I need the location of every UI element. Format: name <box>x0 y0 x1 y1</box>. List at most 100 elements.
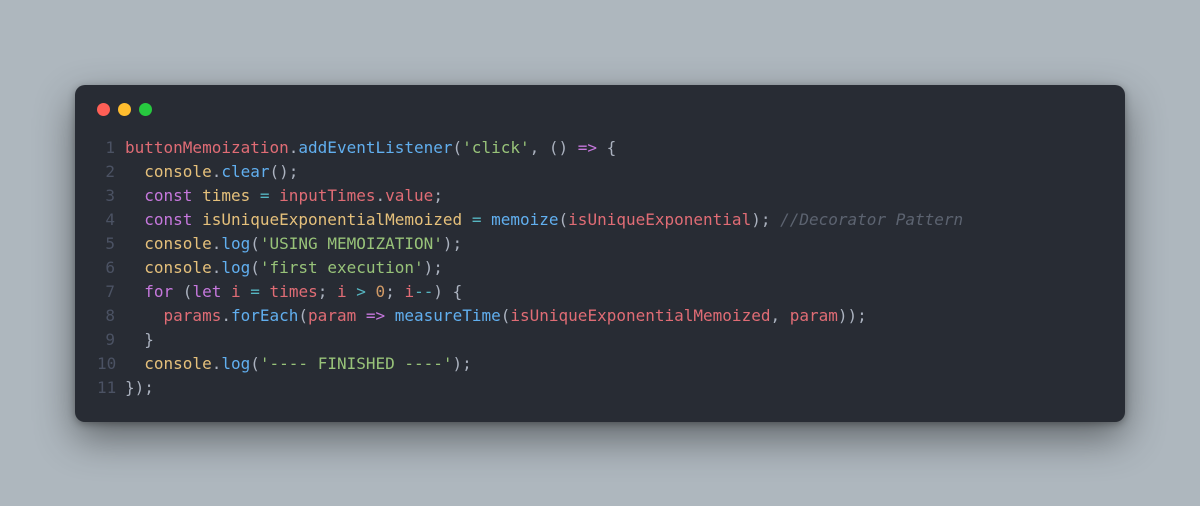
line-number: 4 <box>97 208 125 232</box>
line-number: 7 <box>97 280 125 304</box>
code-token: ( <box>298 306 308 325</box>
code-line: 7 for (let i = times; i > 0; i--) { <box>97 280 1103 304</box>
code-token: } <box>125 330 154 349</box>
code-token <box>366 282 376 301</box>
line-content: }); <box>125 376 154 400</box>
code-token: const <box>144 210 192 229</box>
code-token: ( <box>453 138 463 157</box>
line-number: 5 <box>97 232 125 256</box>
code-token: = <box>260 186 270 205</box>
code-token: params <box>164 306 222 325</box>
code-token: measureTime <box>395 306 501 325</box>
code-line: 11}); <box>97 376 1103 400</box>
line-content: console.log('first execution'); <box>125 256 443 280</box>
code-token: times <box>270 282 318 301</box>
code-token: => <box>366 306 385 325</box>
code-token: ); <box>453 354 472 373</box>
code-token: = <box>250 282 260 301</box>
code-token <box>125 306 164 325</box>
line-number: 8 <box>97 304 125 328</box>
line-number: 6 <box>97 256 125 280</box>
zoom-icon[interactable] <box>139 103 152 116</box>
code-token <box>385 306 395 325</box>
line-content: const times = inputTimes.value; <box>125 184 443 208</box>
code-line: 4 const isUniqueExponentialMemoized = me… <box>97 208 1103 232</box>
code-token: isUniqueExponential <box>568 210 751 229</box>
line-content: buttonMemoization.addEventListener('clic… <box>125 136 616 160</box>
code-line: 5 console.log('USING MEMOIZATION'); <box>97 232 1103 256</box>
line-number: 9 <box>97 328 125 352</box>
code-token: times <box>202 186 250 205</box>
code-token: inputTimes <box>279 186 375 205</box>
code-token: const <box>144 186 192 205</box>
code-token <box>250 186 260 205</box>
code-line: 8 params.forEach(param => measureTime(is… <box>97 304 1103 328</box>
code-token: console <box>144 354 211 373</box>
line-content: const isUniqueExponentialMemoized = memo… <box>125 208 963 232</box>
code-token: { <box>597 138 616 157</box>
code-token: 'first execution' <box>260 258 424 277</box>
code-window: 1buttonMemoization.addEventListener('cli… <box>75 85 1125 422</box>
line-number: 11 <box>97 376 125 400</box>
line-content: } <box>125 328 154 352</box>
code-token: log <box>221 354 250 373</box>
code-token: let <box>192 282 221 301</box>
code-token: ); <box>424 258 443 277</box>
code-token: console <box>144 234 211 253</box>
code-token: ( <box>173 282 192 301</box>
line-number: 3 <box>97 184 125 208</box>
line-content: console.log('USING MEMOIZATION'); <box>125 232 462 256</box>
line-number: 1 <box>97 136 125 160</box>
code-token <box>270 186 280 205</box>
line-content: console.clear(); <box>125 160 298 184</box>
line-number: 10 <box>97 352 125 376</box>
line-number: 2 <box>97 160 125 184</box>
line-content: for (let i = times; i > 0; i--) { <box>125 280 462 304</box>
code-token: clear <box>221 162 269 181</box>
code-token: 0 <box>376 282 386 301</box>
code-token: console <box>144 162 211 181</box>
code-token: memoize <box>491 210 558 229</box>
code-token: ) { <box>433 282 462 301</box>
code-token: ; <box>385 282 404 301</box>
code-token <box>221 282 231 301</box>
code-token: . <box>212 162 222 181</box>
line-content: params.forEach(param => measureTime(isUn… <box>125 304 867 328</box>
code-token: forEach <box>231 306 298 325</box>
code-token: , <box>770 306 789 325</box>
code-token <box>347 282 357 301</box>
code-token <box>192 186 202 205</box>
minimize-icon[interactable] <box>118 103 131 116</box>
code-line: 9 } <box>97 328 1103 352</box>
code-token <box>462 210 472 229</box>
code-token: log <box>221 258 250 277</box>
code-token: . <box>221 306 231 325</box>
code-token: i <box>337 282 347 301</box>
code-token: = <box>472 210 482 229</box>
code-token <box>125 234 144 253</box>
code-token: ); <box>443 234 462 253</box>
code-token: . <box>212 234 222 253</box>
code-token: //Decorator Pattern <box>780 210 963 229</box>
code-line: 10 console.log('---- FINISHED ----'); <box>97 352 1103 376</box>
code-token: . <box>289 138 299 157</box>
code-token <box>125 258 144 277</box>
code-token: buttonMemoization <box>125 138 289 157</box>
code-token: 'USING MEMOIZATION' <box>260 234 443 253</box>
window-titlebar <box>97 103 1103 116</box>
code-token: . <box>212 258 222 277</box>
code-token <box>125 354 144 373</box>
code-token: value <box>385 186 433 205</box>
code-token: isUniqueExponentialMemoized <box>202 210 462 229</box>
code-token: ( <box>250 234 260 253</box>
code-token: ; <box>433 186 443 205</box>
code-token: console <box>144 258 211 277</box>
line-content: console.log('---- FINISHED ----'); <box>125 352 472 376</box>
code-token: ); <box>751 210 780 229</box>
code-token: isUniqueExponentialMemoized <box>510 306 770 325</box>
code-token: ; <box>318 282 337 301</box>
code-token <box>241 282 251 301</box>
close-icon[interactable] <box>97 103 110 116</box>
code-line: 1buttonMemoization.addEventListener('cli… <box>97 136 1103 160</box>
code-line: 3 const times = inputTimes.value; <box>97 184 1103 208</box>
